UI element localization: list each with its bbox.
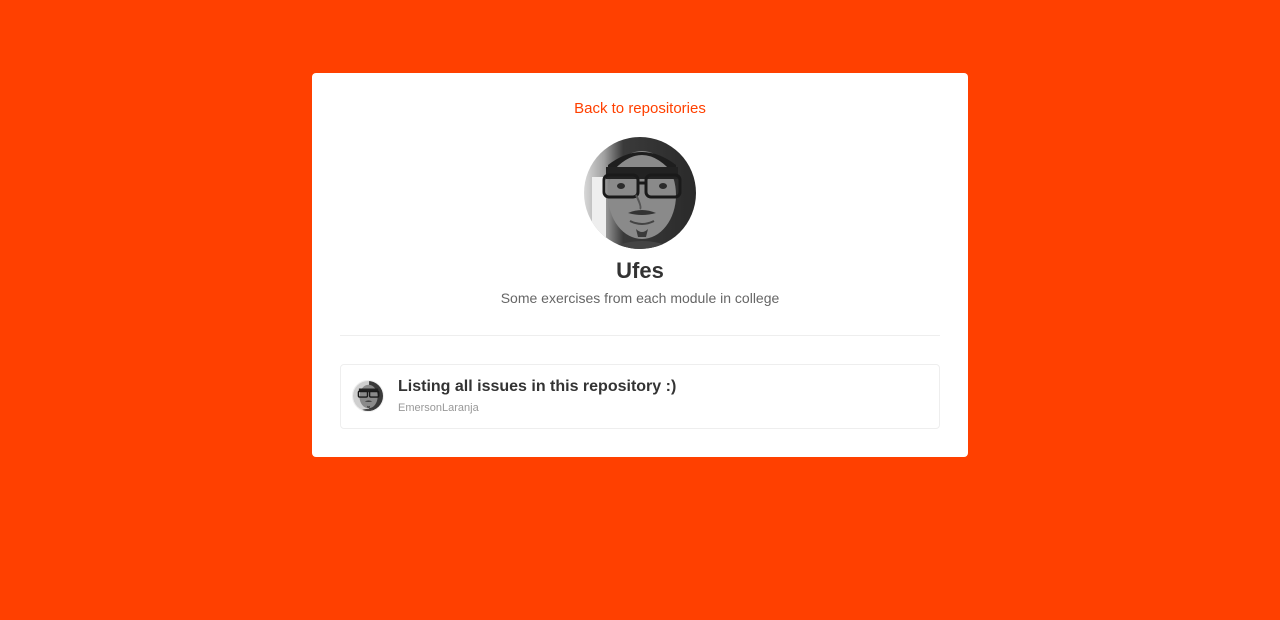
avatar-photo-icon — [353, 381, 383, 411]
avatar-photo-icon — [584, 137, 696, 249]
repository-description: Some exercises from each module in colle… — [500, 290, 780, 306]
issue-author-avatar — [352, 380, 384, 412]
repository-name: Ufes — [616, 258, 664, 283]
issue-title[interactable]: Listing all issues in this repository :) — [398, 378, 676, 396]
issue-author: EmersonLaranja — [398, 402, 479, 414]
owner-avatar — [584, 137, 696, 249]
issue-list-item[interactable]: Listing all issues in this repository :)… — [340, 364, 940, 429]
repository-card: Back to repositories Ufes Some exercises… — [312, 73, 968, 457]
back-to-repositories-link[interactable]: Back to repositories — [312, 100, 968, 117]
divider — [340, 335, 940, 336]
